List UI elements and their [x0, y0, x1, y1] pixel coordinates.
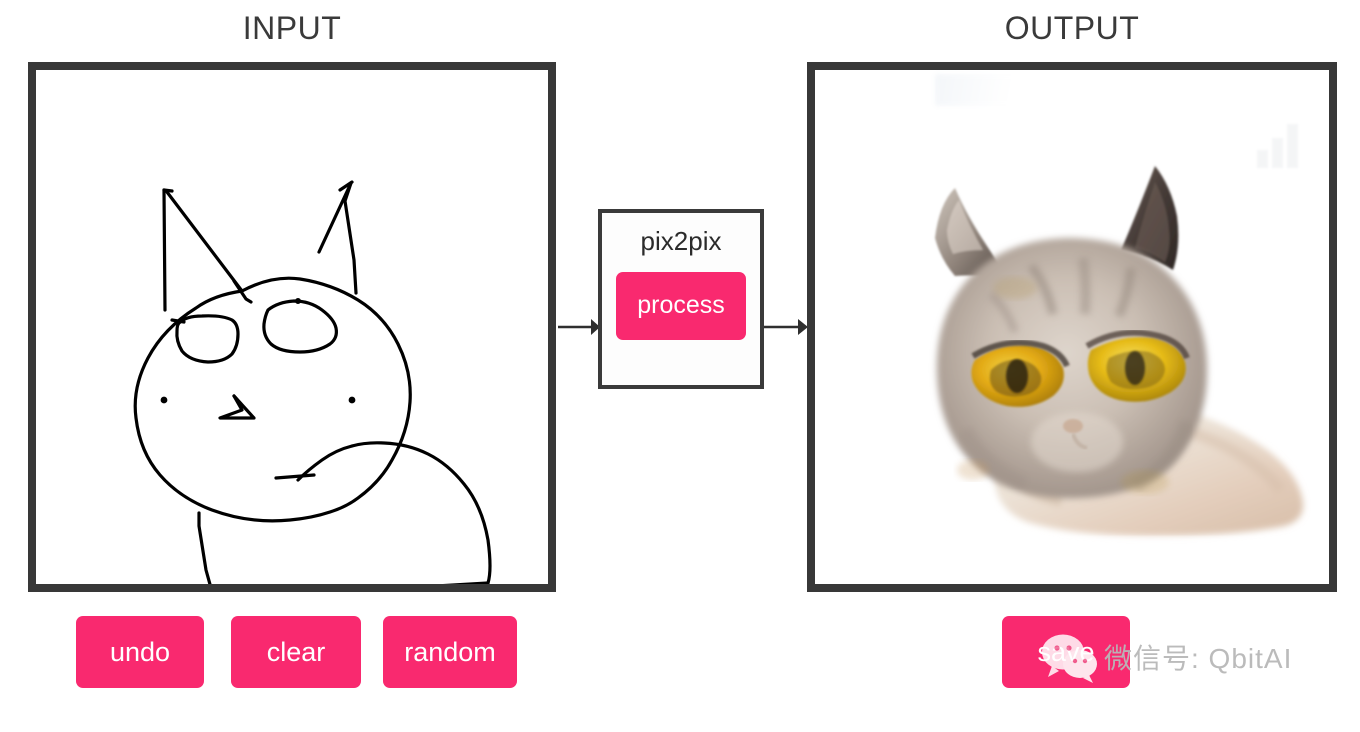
pix2pix-model-label: pix2pix	[640, 226, 722, 256]
output-result-canvas	[807, 62, 1337, 592]
input-sketch	[36, 70, 548, 584]
cat-photo-render	[815, 70, 1329, 584]
page-ghost-watermark	[935, 74, 1055, 106]
random-button[interactable]: random	[383, 616, 517, 688]
arrow-input-to-model	[558, 315, 600, 339]
input-column-title: INPUT	[242, 10, 342, 46]
pix2pix-demo-stage: INPUT OUTPUT pix2pix process undo clear …	[0, 0, 1360, 732]
process-button[interactable]: process	[616, 271, 746, 340]
pix2pix-module-box: pix2pix process	[598, 209, 764, 389]
arrow-model-to-output	[764, 315, 808, 339]
page-ghost-bars	[1257, 122, 1311, 168]
undo-button[interactable]: undo	[76, 616, 204, 688]
input-drawing-canvas[interactable]	[28, 62, 556, 592]
output-column-title: OUTPUT	[1004, 10, 1140, 46]
generated-cat-image	[815, 70, 1329, 584]
clear-button[interactable]: clear	[231, 616, 361, 688]
watermark-text: 微信号: QbitAI	[1104, 643, 1293, 674]
save-button[interactable]: save	[1002, 616, 1130, 688]
cat-sketch-drawing	[133, 180, 492, 584]
